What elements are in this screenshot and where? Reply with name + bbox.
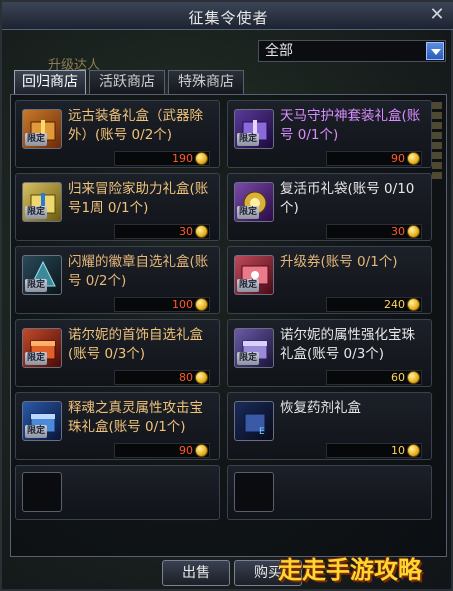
shop-item-card[interactable]: 限定 归来冒险家助力礼盒(账号1周 0/1个) 30 [15, 173, 220, 241]
item-price: 60 [326, 370, 422, 385]
item-name: 闪耀的徽章自选礼盒(账号 0/2个) [68, 254, 209, 289]
shop-item-card[interactable]: 限定 释魂之真灵属性攻击宝珠礼盒(账号 0/1个) 90 [15, 392, 220, 460]
item-name: 诺尔妮的属性强化宝珠礼盒(账号 0/3个) [280, 327, 415, 362]
item-price: 80 [114, 370, 210, 385]
badge-box-icon: 限定 [22, 255, 62, 295]
limited-badge: 限定 [25, 352, 47, 365]
limited-badge: 限定 [25, 206, 47, 219]
item-name: 诺尔妮的首饰自选礼盒(账号 0/3个) [68, 327, 203, 362]
limited-badge: 限定 [237, 352, 259, 365]
item-name: 天马守护神套装礼盒(账号 0/1个) [280, 108, 421, 143]
shop-item-card[interactable]: 限定 升级券(账号 0/1个) 240 [227, 246, 432, 314]
shop-item-card[interactable]: 限定 诺尔妮的属性强化宝珠礼盒(账号 0/3个) 60 [227, 319, 432, 387]
watermark-text: 走走手游攻略 [278, 556, 422, 584]
limited-badge: 限定 [237, 133, 259, 146]
coin-icon [407, 444, 420, 457]
shop-item-card[interactable]: 限定 闪耀的徽章自选礼盒(账号 0/2个) 100 [15, 246, 220, 314]
tab-active-shop[interactable]: 活跃商店 [89, 70, 165, 94]
gift-box-icon: 限定 [22, 182, 62, 222]
item-price: 240 [326, 297, 422, 312]
empty-item-slot [227, 465, 432, 520]
shop-item-card[interactable]: 限定 天马守护神套装礼盒(账号 0/1个) 90 [227, 100, 432, 168]
item-price: 190 [114, 151, 210, 166]
empty-item-slot [15, 465, 220, 520]
gift-box-icon: 限定 [234, 109, 274, 149]
coin-icon [407, 298, 420, 311]
jewelry-box-icon: 限定 [22, 328, 62, 368]
shop-item-card[interactable]: 限定 复活币礼袋(账号 0/10个) 30 [227, 173, 432, 241]
coin-icon [195, 298, 208, 311]
coin-icon [407, 371, 420, 384]
item-name: 归来冒险家助力礼盒(账号1周 0/1个) [68, 181, 209, 216]
item-grid: 限定 远古装备礼盒（武器除外）(账号 0/2个) 190 限定 天马守护神套装礼… [10, 94, 447, 557]
window-title: 征集令使者 [188, 9, 269, 27]
item-name: 释魂之真灵属性攻击宝珠礼盒(账号 0/1个) [68, 400, 203, 435]
gift-box-icon: 限定 [22, 109, 62, 149]
shop-item-card[interactable]: E 恢复药剂礼盒 10 [227, 392, 432, 460]
coin-icon [407, 225, 420, 238]
orb-box-icon: 限定 [22, 401, 62, 441]
tab-special-shop[interactable]: 特殊商店 [168, 70, 244, 94]
coin-icon [195, 152, 208, 165]
svg-text:E: E [259, 427, 265, 437]
item-price: 10 [326, 443, 422, 458]
sell-button[interactable]: 出售 [162, 560, 230, 586]
item-name: 升级券(账号 0/1个) [280, 254, 398, 270]
coin-bag-icon: 限定 [234, 182, 274, 222]
shop-window: 征集令使者 ✕ 升级达人 全部 回归商店 活跃商店 特殊商店 限定 远古装备礼盒… [0, 0, 453, 591]
item-price: 30 [326, 224, 422, 239]
limited-badge: 限定 [25, 279, 47, 292]
item-price: 100 [114, 297, 210, 312]
ticket-icon: 限定 [234, 255, 274, 295]
item-price: 90 [326, 151, 422, 166]
category-filter-dropdown[interactable]: 全部 [258, 40, 446, 62]
potion-box-icon: E [234, 401, 274, 441]
limited-badge: 限定 [25, 133, 47, 146]
orb-box-icon: 限定 [234, 328, 274, 368]
coin-icon [195, 444, 208, 457]
filter-selected-value: 全部 [265, 43, 293, 59]
item-price: 90 [114, 443, 210, 458]
close-icon[interactable]: ✕ [427, 5, 447, 25]
empty-icon-slot [234, 472, 274, 512]
empty-icon-slot [22, 472, 62, 512]
shop-item-card[interactable]: 限定 诺尔妮的首饰自选礼盒(账号 0/3个) 80 [15, 319, 220, 387]
coin-icon [195, 225, 208, 238]
limited-badge: 限定 [25, 425, 47, 438]
title-bar: 征集令使者 ✕ [2, 2, 453, 30]
coin-icon [195, 371, 208, 384]
shop-item-card[interactable]: 限定 远古装备礼盒（武器除外）(账号 0/2个) 190 [15, 100, 220, 168]
chevron-down-icon[interactable] [426, 42, 444, 60]
side-decoration [432, 102, 442, 542]
coin-icon [407, 152, 420, 165]
limited-badge: 限定 [237, 206, 259, 219]
item-name: 远古装备礼盒（武器除外）(账号 0/2个) [68, 108, 203, 143]
limited-badge: 限定 [237, 279, 259, 292]
item-name: 复活币礼袋(账号 0/10个) [280, 181, 415, 216]
item-price: 30 [114, 224, 210, 239]
item-name: 恢复药剂礼盒 [280, 400, 361, 416]
tab-return-shop[interactable]: 回归商店 [14, 70, 86, 94]
